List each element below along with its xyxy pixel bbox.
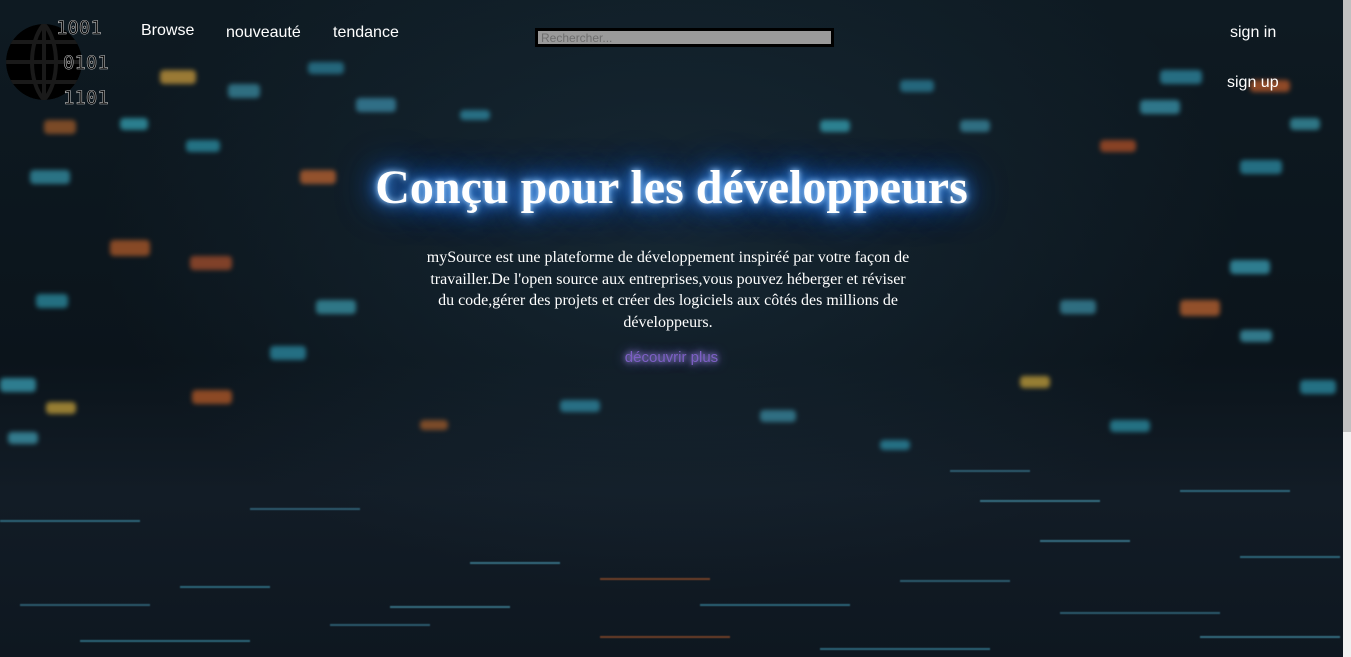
nav-link-tendance[interactable]: tendance (333, 24, 399, 42)
logo-bits-line-3: 1101 (63, 87, 108, 109)
logo-bits-line-2: 0101 (63, 52, 108, 74)
scrollbar-track[interactable] (1343, 0, 1351, 657)
nav-link-browse[interactable]: Browse (141, 22, 194, 40)
search-input[interactable] (535, 28, 834, 47)
globe-logo-icon[interactable]: 1001 0101 1101 (6, 12, 108, 114)
sign-in-link[interactable]: sign in (1230, 24, 1276, 42)
logo-bits-line-1: 1001 (56, 17, 102, 39)
hero-description: mySource est une plateforme de développe… (426, 249, 910, 331)
sign-up-link[interactable]: sign up (1227, 74, 1279, 92)
hero-title: Conçu pour les développeurs (375, 161, 968, 214)
discover-more-link[interactable]: découvrir plus (0, 349, 1343, 366)
scrollbar-thumb[interactable] (1343, 0, 1351, 432)
nav-link-nouveaute[interactable]: nouveauté (226, 24, 301, 42)
